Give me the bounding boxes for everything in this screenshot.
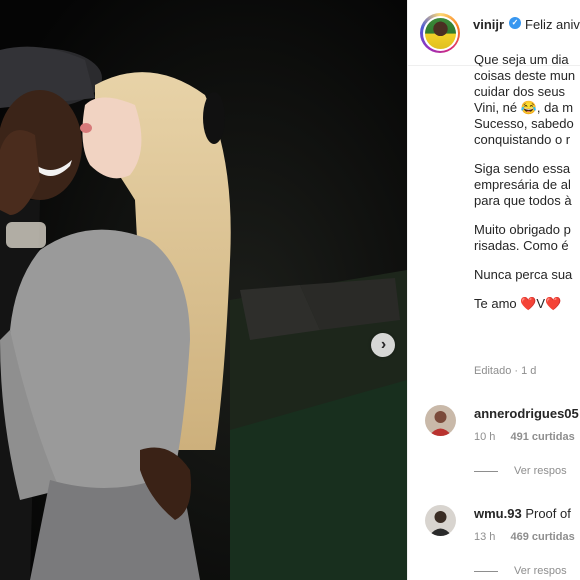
post-photo[interactable]: › bbox=[0, 0, 407, 580]
replies-divider bbox=[474, 570, 498, 572]
caption-line: cuidar dos seus bbox=[474, 84, 566, 99]
comment-time: 13 h bbox=[474, 531, 496, 543]
comment-item: wmu.93 Proof of 13 h 469 curtidas Ver re… bbox=[408, 498, 580, 577]
comment-avatar[interactable] bbox=[425, 505, 456, 536]
avatar-border bbox=[422, 15, 458, 51]
avatar[interactable] bbox=[420, 13, 460, 53]
view-replies-button[interactable]: Ver respos bbox=[474, 465, 567, 477]
comment-likes[interactable]: 491 curtidas bbox=[510, 431, 574, 443]
replies-divider bbox=[474, 470, 498, 472]
comment-item: annerodrigues05 10 h 491 curtidas Ver re… bbox=[408, 398, 580, 477]
caption-line bbox=[474, 209, 580, 222]
caption-line: empresária de al bbox=[474, 177, 571, 192]
comment-likes[interactable]: 469 curtidas bbox=[510, 531, 574, 543]
view-replies-button[interactable]: Ver respos bbox=[474, 565, 567, 577]
comment-avatar[interactable] bbox=[425, 405, 456, 436]
caption-line: risadas. Como é bbox=[474, 238, 569, 253]
comment-username[interactable]: annerodrigues05 bbox=[474, 406, 579, 421]
caption-line: Vini, né 😂, da m bbox=[474, 100, 574, 115]
caption-line: Muito obrigado p bbox=[474, 222, 571, 237]
caption-first-line: Feliz aniv bbox=[525, 17, 580, 32]
photo-illustration bbox=[0, 0, 407, 580]
caption-line: Siga sendo essa bbox=[474, 161, 571, 176]
caption-line: Que seja um dia bbox=[474, 52, 569, 67]
caption-line: conquistando o r bbox=[474, 132, 571, 147]
comment-meta: 10 h 491 curtidas bbox=[474, 431, 575, 443]
next-photo-button[interactable]: › bbox=[371, 333, 395, 357]
verified-badge-icon: ✓ bbox=[509, 17, 521, 29]
caption-line: para que todos à bbox=[474, 193, 572, 208]
comment-username[interactable]: wmu.93 Proof of bbox=[474, 506, 571, 521]
caption-line: coisas deste mun bbox=[474, 68, 576, 83]
post-caption: Que seja um dia coisas deste mun cuidar do… bbox=[474, 52, 580, 312]
caption-line bbox=[474, 254, 580, 267]
caption-line: Sucesso, sabedo bbox=[474, 116, 574, 131]
comment-username-text[interactable]: wmu.93 bbox=[474, 506, 522, 521]
view-replies-label: Ver respos bbox=[514, 565, 567, 577]
post-side-panel: vinijr ✓ Feliz aniv Que seja um dia coisa… bbox=[407, 0, 580, 580]
comment-time: 10 h bbox=[474, 431, 496, 443]
edited-timestamp: Editado · 1 d bbox=[474, 365, 537, 377]
caption-line bbox=[474, 283, 580, 296]
avatar-image bbox=[424, 17, 456, 49]
comment-text: Proof of bbox=[525, 506, 571, 521]
chevron-right-icon: › bbox=[380, 336, 387, 353]
caption-line: Te amo ❤️V❤️ bbox=[474, 296, 562, 311]
comment-meta: 13 h 469 curtidas bbox=[474, 531, 575, 543]
caption-line bbox=[474, 148, 580, 161]
post-username[interactable]: vinijr bbox=[473, 17, 504, 32]
view-replies-label: Ver respos bbox=[514, 465, 567, 477]
caption-line: Nunca perca sua bbox=[474, 267, 573, 282]
